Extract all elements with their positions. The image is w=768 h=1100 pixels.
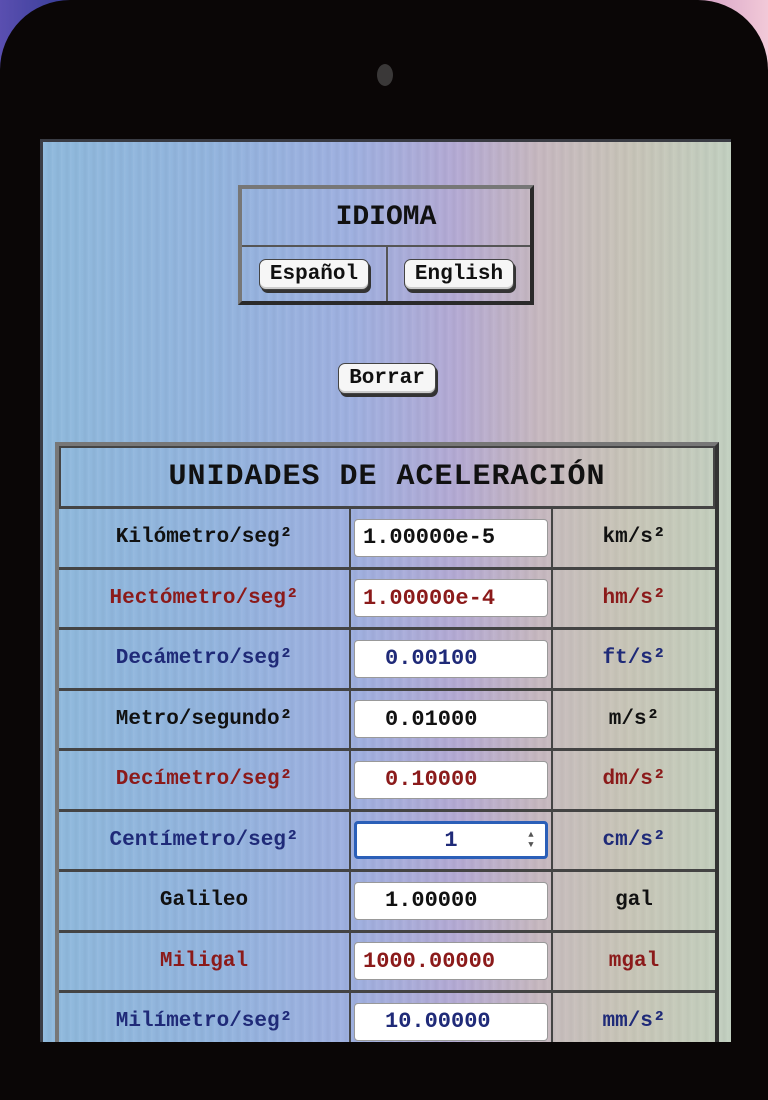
converter-rows: Kilómetro/seg² km/s² Hectómetro/seg² hm/s² D… xyxy=(59,509,715,1042)
unit-value-input[interactable] xyxy=(354,881,548,920)
unit-symbol-label: cm/s² xyxy=(602,828,666,852)
stepper-icon[interactable]: ▲ ▼ xyxy=(524,830,538,850)
converter-row: Galileo gal xyxy=(59,872,715,933)
unit-symbol-label: km/s² xyxy=(602,526,666,550)
unit-name-label: Kilómetro/seg² xyxy=(115,526,293,550)
unit-symbol-label: dm/s² xyxy=(602,768,666,792)
unit-symbol-label: gal xyxy=(615,889,653,913)
unit-name-label: Galileo xyxy=(159,889,249,913)
app-screen: IDIOMA Español English Borrar UNIDADES D… xyxy=(40,139,731,1042)
converter-row: Centímetro/seg² ▲▼ cm/s² xyxy=(59,811,715,872)
unit-name-label: Decámetro/seg² xyxy=(115,647,293,671)
language-title: IDIOMA xyxy=(242,189,530,247)
unit-value-input[interactable] xyxy=(354,639,548,678)
converter-title: UNIDADES DE ACELERACIÓN xyxy=(59,446,715,509)
unit-name-label: Miligal xyxy=(159,949,249,973)
converter-row: Miligal mgal xyxy=(59,932,715,993)
converter-row: Hectómetro/seg² hm/s² xyxy=(59,569,715,630)
language-panel: IDIOMA Español English xyxy=(238,185,534,305)
unit-value-input[interactable] xyxy=(354,700,548,739)
unit-value-input[interactable] xyxy=(354,518,548,557)
unit-symbol-label: mm/s² xyxy=(602,1010,666,1034)
converter-row: Kilómetro/seg² km/s² xyxy=(59,509,715,570)
unit-symbol-label: ft/s² xyxy=(602,647,666,671)
unit-symbol-label: hm/s² xyxy=(602,586,666,610)
camera-icon xyxy=(377,64,393,86)
unit-name-label: Centímetro/seg² xyxy=(109,828,299,852)
unit-value-input[interactable] xyxy=(354,942,548,981)
unit-symbol-label: m/s² xyxy=(608,707,660,731)
unit-value-input[interactable] xyxy=(354,760,548,799)
spanish-button[interactable]: Español xyxy=(258,258,370,290)
unit-name-label: Hectómetro/seg² xyxy=(109,586,299,610)
converter-row: Milímetro/seg² mm/s² xyxy=(59,993,715,1042)
unit-name-label: Milímetro/seg² xyxy=(115,1010,293,1034)
unit-value-input[interactable] xyxy=(354,1002,548,1041)
converter-row: Metro/segundo² m/s² xyxy=(59,690,715,751)
unit-symbol-label: mgal xyxy=(608,949,660,973)
unit-name-label: Metro/segundo² xyxy=(115,707,293,731)
english-button[interactable]: English xyxy=(403,258,515,290)
clear-button[interactable]: Borrar xyxy=(338,363,436,394)
converter-row: Decámetro/seg² ft/s² xyxy=(59,630,715,691)
converter-row: Decímetro/seg² dm/s² xyxy=(59,751,715,812)
unit-name-label: Decímetro/seg² xyxy=(115,768,293,792)
unit-value-input[interactable] xyxy=(354,579,548,618)
acceleration-converter-table: UNIDADES DE ACELERACIÓN Kilómetro/seg² km… xyxy=(55,442,719,1042)
unit-value-input[interactable] xyxy=(354,821,548,860)
